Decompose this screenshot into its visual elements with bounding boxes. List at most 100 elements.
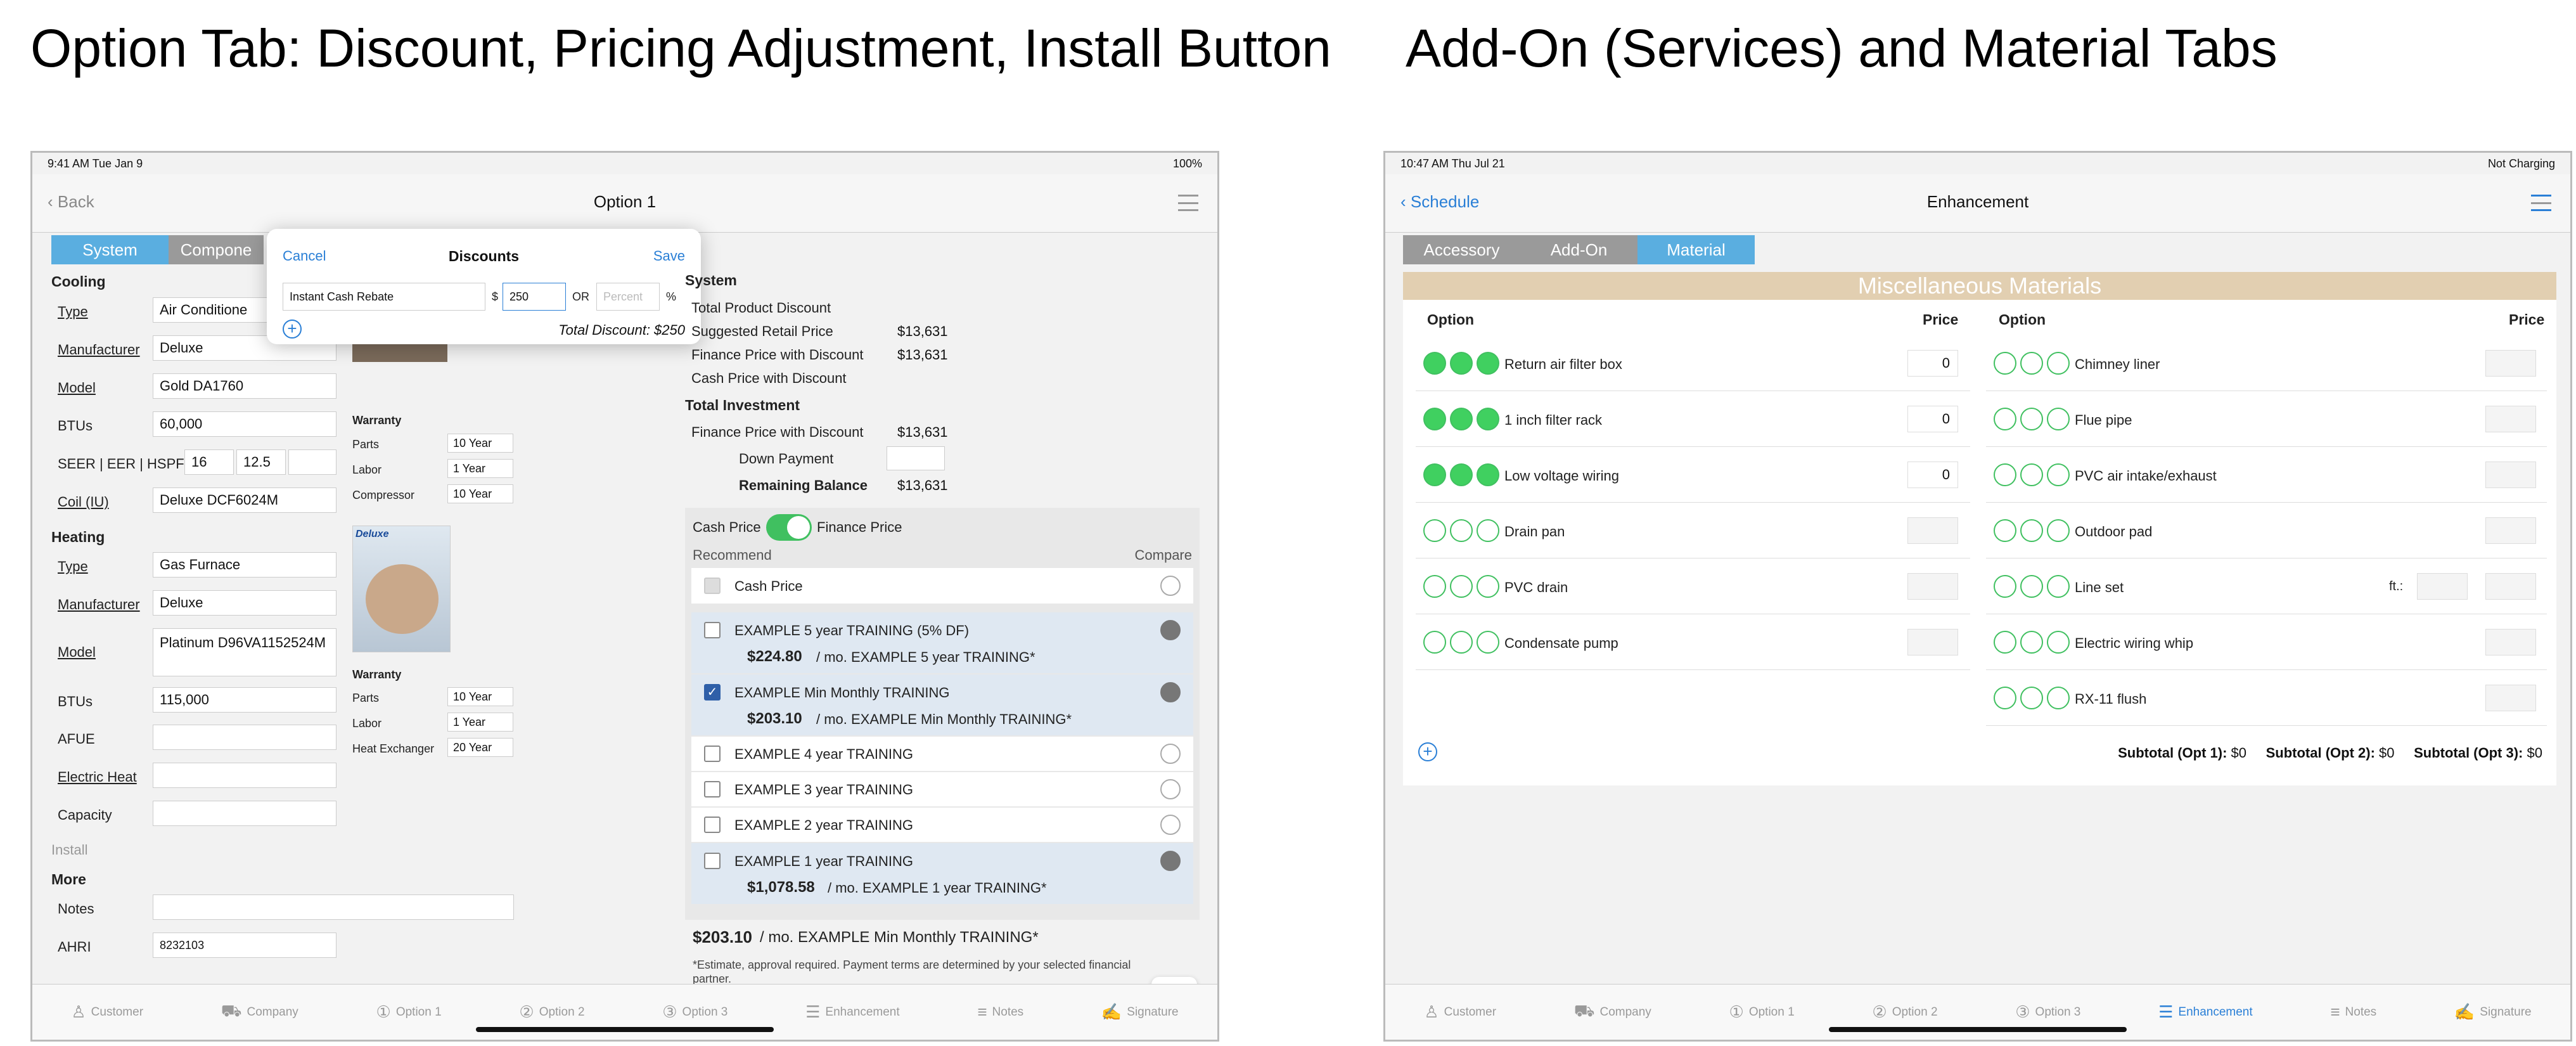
coil-field[interactable]: Deluxe DCF6024M — [153, 487, 336, 513]
material-row[interactable]: Drain pan — [1416, 503, 1970, 559]
compare-radio[interactable] — [1160, 620, 1181, 640]
cooling-type-label[interactable]: Type — [58, 304, 88, 320]
hamburger-icon[interactable] — [2531, 195, 2551, 211]
tab-company[interactable]: ⛟ Company — [221, 1001, 298, 1023]
home-indicator[interactable] — [476, 1027, 774, 1032]
install-button[interactable]: Install — [51, 842, 87, 858]
option-selectors[interactable] — [1423, 408, 1499, 430]
seer-field[interactable]: 16 — [184, 449, 234, 475]
tab-accessory[interactable]: Accessory — [1403, 235, 1520, 264]
option-selectors[interactable] — [1423, 352, 1499, 375]
notes-field[interactable] — [153, 894, 514, 920]
down-payment-field[interactable] — [887, 446, 945, 470]
tab-option-1[interactable]: ① Option 1 — [376, 1002, 442, 1022]
warranty2-parts-value[interactable]: 10 Year — [447, 687, 513, 706]
material-price[interactable] — [2485, 629, 2536, 655]
material-price[interactable] — [2485, 685, 2536, 711]
warranty2-heat-exchanger-value[interactable]: 20 Year — [447, 738, 513, 757]
plan-checkbox[interactable] — [704, 578, 721, 594]
afue-field[interactable] — [153, 725, 336, 750]
plan-row-4yr[interactable]: EXAMPLE 4 year TRAINING — [691, 737, 1193, 771]
material-row[interactable]: PVC drain — [1416, 559, 1970, 614]
tab-company[interactable]: ⛟ Company — [1574, 1001, 1651, 1023]
warranty-labor-value[interactable]: 1 Year — [447, 459, 513, 478]
cash-finance-toggle[interactable] — [766, 514, 812, 541]
tab-signature[interactable]: ✍ Signature — [1101, 1002, 1179, 1022]
tab-option-1[interactable]: ① Option 1 — [1729, 1002, 1795, 1022]
tab-add-on[interactable]: Add-On — [1520, 235, 1637, 264]
cooling-model-field[interactable]: Gold DA1760 — [153, 373, 336, 399]
tab-components[interactable]: Compone — [169, 235, 264, 264]
plan-row-1yr[interactable]: EXAMPLE 1 year TRAINING $1,078.58 / mo. … — [691, 843, 1193, 904]
heating-model-field[interactable]: Platinum D96VA1152524M — [153, 628, 336, 676]
material-price[interactable]: 0 — [1907, 406, 1958, 432]
compare-radio[interactable] — [1160, 682, 1181, 702]
plan-checkbox[interactable] — [704, 746, 721, 762]
plan-row-2yr[interactable]: EXAMPLE 2 year TRAINING — [691, 808, 1193, 842]
coil-label[interactable]: Coil (IU) — [58, 494, 109, 510]
warranty-parts-value[interactable]: 10 Year — [447, 434, 513, 453]
capacity-field[interactable] — [153, 801, 336, 826]
heating-btus-field[interactable]: 115,000 — [153, 687, 336, 713]
plan-checkbox[interactable] — [704, 817, 721, 833]
electric-heat-field[interactable] — [153, 763, 336, 788]
cooling-manufacturer-label[interactable]: Manufacturer — [58, 342, 140, 358]
plan-row-min-monthly[interactable]: ✓ EXAMPLE Min Monthly TRAINING $203.10 /… — [691, 675, 1193, 735]
material-price[interactable]: 0 — [1907, 350, 1958, 377]
plan-row-3yr[interactable]: EXAMPLE 3 year TRAINING — [691, 772, 1193, 806]
cooling-btus-field[interactable]: 60,000 — [153, 411, 336, 437]
plan-checkbox[interactable] — [704, 853, 721, 869]
material-row[interactable]: Outdoor pad — [1986, 503, 2547, 559]
option-selectors[interactable] — [1994, 408, 2070, 430]
hamburger-icon[interactable] — [1178, 195, 1198, 211]
option-selectors[interactable] — [1994, 519, 2070, 542]
option-selectors[interactable] — [1994, 463, 2070, 486]
material-row[interactable]: Flue pipe — [1986, 391, 2547, 447]
warranty-compressor-value[interactable]: 10 Year — [447, 484, 513, 503]
discount-amount-field[interactable]: 250 — [503, 283, 566, 311]
tab-option-2[interactable]: ② Option 2 — [519, 1002, 584, 1022]
material-row[interactable]: Line set ft.: — [1986, 559, 2547, 614]
heating-manufacturer-field[interactable]: Deluxe — [153, 590, 336, 616]
plan-checkbox[interactable] — [704, 781, 721, 797]
eer-field[interactable]: 12.5 — [236, 449, 286, 475]
option-selectors[interactable] — [1423, 631, 1499, 654]
material-price[interactable] — [2485, 462, 2536, 488]
option-selectors[interactable] — [1994, 631, 2070, 654]
heating-model-label[interactable]: Model — [58, 644, 96, 661]
line-set-length[interactable] — [2417, 573, 2468, 600]
material-row[interactable]: PVC air intake/exhaust — [1986, 447, 2547, 503]
tab-customer[interactable]: ♙ Customer — [71, 1002, 143, 1022]
discount-percent-field[interactable]: Percent — [596, 283, 660, 311]
material-row[interactable]: RX-11 flush — [1986, 670, 2547, 726]
compare-radio[interactable] — [1160, 576, 1181, 596]
plan-row-5yr[interactable]: EXAMPLE 5 year TRAINING (5% DF) $224.80 … — [691, 612, 1193, 673]
heating-type-field[interactable]: Gas Furnace — [153, 552, 336, 578]
material-row[interactable]: Electric wiring whip — [1986, 614, 2547, 670]
home-indicator[interactable] — [1829, 1027, 2127, 1032]
discount-name-field[interactable]: Instant Cash Rebate — [283, 283, 485, 311]
compare-radio[interactable] — [1160, 851, 1181, 871]
plan-checkbox-checked[interactable]: ✓ — [704, 684, 721, 701]
ahri-field[interactable]: 8232103 — [153, 933, 336, 958]
electric-heat-label[interactable]: Electric Heat — [58, 769, 137, 785]
tab-enhancement[interactable]: ☰ Enhancement — [2158, 1002, 2253, 1022]
tab-notes[interactable]: ≡ Notes — [977, 1002, 1023, 1022]
option-selectors[interactable] — [1994, 352, 2070, 375]
tab-notes[interactable]: ≡ Notes — [2330, 1002, 2376, 1022]
tab-option-3[interactable]: ③ Option 3 — [662, 1002, 727, 1022]
option-selectors[interactable] — [1994, 575, 2070, 598]
material-price[interactable] — [2485, 406, 2536, 432]
material-row[interactable]: Return air filter box 0 — [1416, 335, 1970, 391]
tab-signature[interactable]: ✍ Signature — [2454, 1002, 2532, 1022]
compare-radio[interactable] — [1160, 779, 1181, 799]
save-button[interactable]: Save — [653, 248, 685, 264]
cooling-model-label[interactable]: Model — [58, 380, 96, 396]
tab-option-2[interactable]: ② Option 2 — [1872, 1002, 1937, 1022]
material-price[interactable]: 0 — [1907, 462, 1958, 488]
tab-system[interactable]: System — [51, 235, 169, 264]
option-selectors[interactable] — [1423, 519, 1499, 542]
heating-manufacturer-label[interactable]: Manufacturer — [58, 597, 140, 613]
material-price[interactable] — [1907, 573, 1958, 600]
hspf-field[interactable] — [288, 449, 336, 475]
